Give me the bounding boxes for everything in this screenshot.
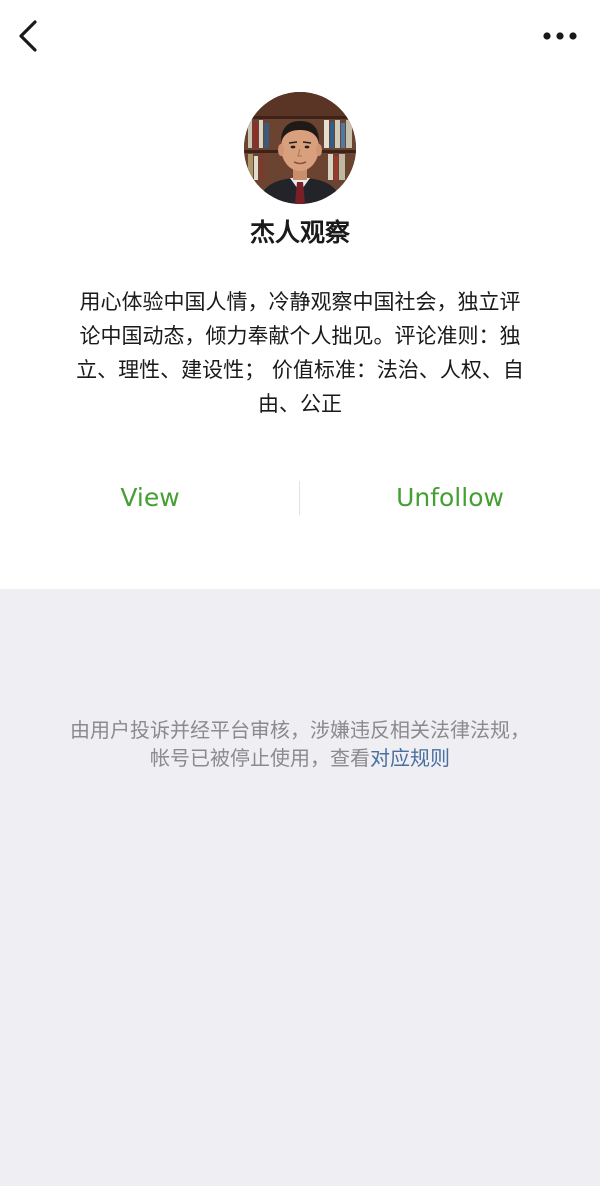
suspension-notice-text: 由用户投诉并经平台审核，涉嫌违反相关法律法规，帐号已被停止使用，查看 <box>70 718 530 770</box>
avatar[interactable] <box>244 92 356 204</box>
more-horizontal-icon <box>543 32 577 40</box>
view-button[interactable]: View <box>0 472 300 524</box>
notice-section: 由用户投诉并经平台审核，涉嫌违反相关法律法规，帐号已被停止使用，查看对应规则 <box>0 589 600 1186</box>
unfollow-button[interactable]: Unfollow <box>300 472 600 524</box>
profile-section: 杰人观察 用心体验中国人情，冷静观察中国社会，独立评论中国动态，倾力奉献个人拙见… <box>0 0 600 589</box>
back-button[interactable] <box>8 14 48 58</box>
rules-link[interactable]: 对应规则 <box>370 746 450 770</box>
avatar-image <box>244 92 356 204</box>
nav-bar <box>0 0 600 76</box>
suspension-notice: 由用户投诉并经平台审核，涉嫌违反相关法律法规，帐号已被停止使用，查看对应规则 <box>70 716 530 772</box>
action-bar: View Unfollow <box>0 472 600 524</box>
account-description: 用心体验中国人情，冷静观察中国社会，独立评论中国动态，倾力奉献个人拙见。评论准则… <box>76 290 524 416</box>
account-name: 杰人观察 <box>249 218 350 247</box>
chevron-left-icon <box>19 20 37 52</box>
more-button[interactable] <box>536 14 584 58</box>
